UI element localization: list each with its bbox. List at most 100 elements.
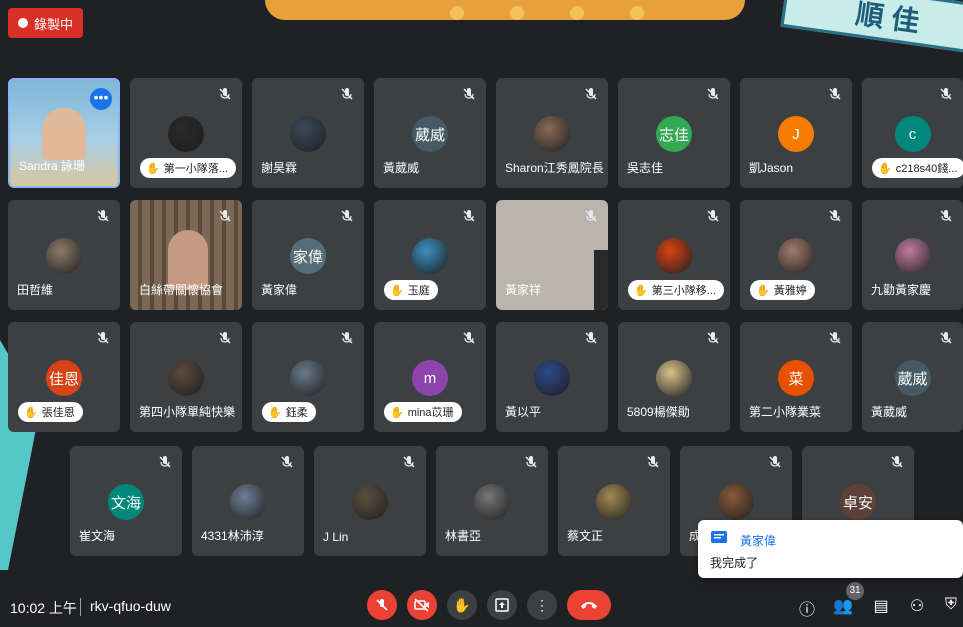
hand-raised-icon: ✋ bbox=[756, 284, 770, 297]
raised-hand-pill: ✋ 第三小隊移... bbox=[628, 280, 724, 300]
participant-name: 第二小隊業菜 bbox=[749, 405, 822, 419]
participant-avatar bbox=[474, 484, 510, 520]
participant-avatar: 菜 bbox=[778, 360, 814, 396]
participant-name: 黃葳威 bbox=[383, 161, 420, 175]
mic-off-icon bbox=[584, 331, 598, 345]
video-feed bbox=[594, 250, 608, 310]
mic-off-icon bbox=[828, 331, 842, 345]
participant-tile[interactable]: ✋ 黃雅婷 bbox=[740, 200, 852, 310]
participant-name: 崔文海 bbox=[79, 529, 116, 543]
present-icon bbox=[495, 598, 509, 612]
mic-off-icon bbox=[158, 455, 172, 469]
participant-tile[interactable]: 九勸黃家慶 bbox=[862, 200, 963, 310]
hand-raised-icon: ✋ bbox=[24, 406, 38, 419]
participant-tile[interactable]: 白絲帶關懷協會 bbox=[130, 200, 242, 310]
participant-tile[interactable]: ✋ 鈺柔 bbox=[252, 322, 364, 432]
chat-bubble-icon: ▤ bbox=[873, 598, 889, 615]
participant-tile[interactable]: 第四小隊單純快樂 bbox=[130, 322, 242, 432]
participant-tile[interactable]: 葳威 黃葳威 bbox=[374, 78, 486, 188]
participant-avatar bbox=[894, 238, 931, 274]
camera-toggle-button[interactable] bbox=[407, 590, 437, 620]
participant-name: 林書亞 bbox=[445, 529, 482, 543]
participant-tile[interactable]: c ✋ c218s40錢... bbox=[862, 78, 963, 188]
more-options-icon[interactable]: ••• bbox=[90, 88, 112, 110]
participant-tile[interactable]: 菜第二小隊業菜 bbox=[740, 322, 852, 432]
more-options-button[interactable]: ⋮ bbox=[527, 590, 557, 620]
raise-hand-button[interactable]: ✋ bbox=[447, 590, 477, 620]
participant-tile[interactable]: 佳恩 ✋ 張佳恩 bbox=[8, 322, 120, 432]
participant-tile[interactable]: Sharon江秀鳳院長 bbox=[496, 78, 608, 188]
participant-name: 黃家偉 bbox=[261, 283, 298, 297]
present-button[interactable] bbox=[487, 590, 517, 620]
mic-off-icon bbox=[376, 599, 388, 611]
clock: 10:02 上午 bbox=[10, 600, 77, 616]
participant-tile[interactable]: 林書亞 bbox=[436, 446, 548, 556]
participant-name: 黃以平 bbox=[505, 405, 542, 419]
raised-hand-pill: ✋ 黃雅婷 bbox=[750, 280, 815, 300]
leave-call-button[interactable] bbox=[567, 590, 611, 620]
participant-avatar: 卓安 bbox=[840, 484, 876, 520]
mic-off-icon bbox=[340, 209, 354, 223]
participant-tile[interactable]: 家偉 黃家偉 bbox=[252, 200, 364, 310]
camera-off-icon bbox=[414, 598, 429, 612]
host-controls-button[interactable]: ⛨ bbox=[940, 596, 962, 618]
participant-name: 吳志佳 bbox=[627, 161, 664, 175]
decorative-banner-top bbox=[265, 0, 745, 20]
chat-notification[interactable]: 黃家偉 我完成了 bbox=[698, 520, 963, 578]
mic-off-icon bbox=[524, 455, 538, 469]
mic-off-icon bbox=[706, 209, 720, 223]
participant-tile[interactable]: ✋ 玉庭 bbox=[374, 200, 486, 310]
participant-name: 黃家祥 bbox=[505, 283, 542, 297]
participant-tile[interactable]: ••• Sandra 詠珊 bbox=[8, 78, 120, 188]
participant-tile[interactable]: 文海 崔文海 bbox=[70, 446, 182, 556]
mic-off-icon bbox=[584, 87, 598, 101]
participant-tile[interactable]: 葳威 黃葳威 bbox=[862, 322, 963, 432]
participant-avatar bbox=[352, 484, 388, 520]
people-icon: 👥 bbox=[833, 598, 853, 615]
mic-off-icon bbox=[218, 87, 232, 101]
participant-tile[interactable]: ✋ 第一小隊落... bbox=[130, 78, 242, 188]
more-vert-icon: ⋮ bbox=[535, 596, 549, 613]
participant-tile[interactable]: m ✋ mina苡珊 bbox=[374, 322, 486, 432]
participant-avatar bbox=[290, 360, 326, 396]
participant-tile[interactable]: ✋ 第三小隊移... bbox=[618, 200, 730, 310]
participant-tile[interactable]: 蔡文正 bbox=[558, 446, 670, 556]
participant-avatar bbox=[718, 484, 754, 520]
participant-name: 4331林沛淳 bbox=[201, 529, 264, 543]
mic-toggle-button[interactable] bbox=[367, 590, 397, 620]
mic-off-icon bbox=[584, 209, 598, 223]
participant-name: 九勸黃家慶 bbox=[871, 283, 932, 297]
decorative-sticker: 順 佳 bbox=[780, 0, 963, 53]
participant-tile[interactable]: 黃家祥 bbox=[496, 200, 608, 310]
participant-tile[interactable]: 田哲維 bbox=[8, 200, 120, 310]
participant-tile[interactable]: 志佳吳志佳 bbox=[618, 78, 730, 188]
mic-off-icon bbox=[340, 331, 354, 345]
participant-name: 謝昊霖 bbox=[261, 161, 298, 175]
participant-avatar: 佳恩 bbox=[46, 360, 82, 396]
chat-sender: 黃家偉 bbox=[740, 534, 777, 548]
chat-button[interactable]: ▤ bbox=[870, 596, 892, 618]
participant-name: Sharon江秀鳳院長 bbox=[505, 161, 604, 175]
participant-name: 白絲帶關懷協會 bbox=[139, 283, 224, 297]
raised-hand-pill: ✋ 第一小隊落... bbox=[140, 158, 236, 178]
participant-tile[interactable]: 4331林沛淳 bbox=[192, 446, 304, 556]
mic-off-icon bbox=[340, 87, 354, 101]
participant-avatar bbox=[596, 484, 632, 520]
mic-off-icon bbox=[706, 331, 720, 345]
participant-tile[interactable]: J 凱Jason bbox=[740, 78, 852, 188]
participant-tile[interactable]: 黃以平 bbox=[496, 322, 608, 432]
participant-name: 玉庭 bbox=[407, 285, 430, 297]
participant-name: 田哲維 bbox=[17, 283, 54, 297]
hangup-icon bbox=[581, 602, 597, 609]
chat-icon bbox=[711, 531, 727, 543]
participant-tile[interactable]: J Lin bbox=[314, 446, 426, 556]
participant-tile[interactable]: 5809楊傑勛 bbox=[618, 322, 730, 432]
mic-off-icon bbox=[218, 331, 232, 345]
participant-tile[interactable]: 謝昊霖 bbox=[252, 78, 364, 188]
hand-raised-icon: ✋ bbox=[390, 406, 404, 419]
participant-avatar: 志佳 bbox=[656, 116, 692, 152]
hand-raised-icon: ✋ bbox=[390, 284, 404, 297]
meeting-info-button[interactable]: ⓘ bbox=[796, 596, 818, 619]
activities-button[interactable]: ⚇ bbox=[906, 596, 928, 618]
raised-hand-pill: ✋ 鈺柔 bbox=[262, 402, 316, 422]
